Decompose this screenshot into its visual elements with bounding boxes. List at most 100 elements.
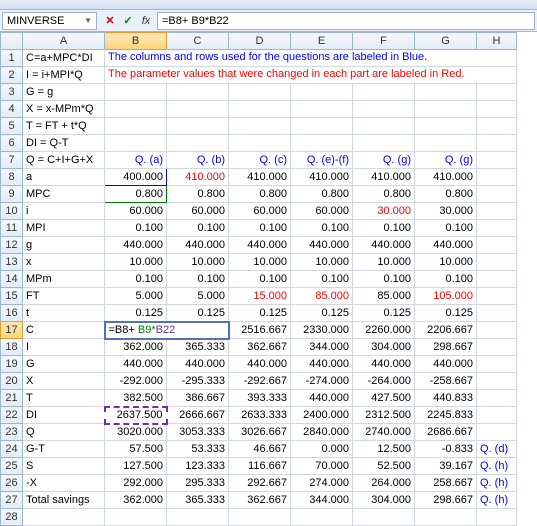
cell[interactable]: FT <box>23 288 105 305</box>
cell[interactable]: 440.000 <box>167 237 229 254</box>
cell[interactable]: 386.667 <box>167 390 229 407</box>
cell[interactable] <box>477 118 517 135</box>
cell[interactable]: 2245.833 <box>415 407 477 424</box>
cell[interactable]: 440.000 <box>415 237 477 254</box>
cell[interactable] <box>477 237 517 254</box>
fx-icon[interactable]: fx <box>139 14 153 28</box>
cell[interactable]: 0.125 <box>353 305 415 322</box>
cell[interactable]: 0.800 <box>167 186 229 203</box>
row-header[interactable]: 24 <box>1 441 23 458</box>
cell[interactable]: Q. (d) <box>477 441 517 458</box>
cell[interactable] <box>477 339 517 356</box>
cell[interactable] <box>477 271 517 288</box>
cell[interactable]: 440.000 <box>105 356 167 373</box>
cell[interactable]: 53.333 <box>167 441 229 458</box>
cell[interactable]: 2633.333 <box>229 407 291 424</box>
cell[interactable]: 440.000 <box>229 356 291 373</box>
cell[interactable]: Q <box>23 424 105 441</box>
cell[interactable] <box>167 101 229 118</box>
cell[interactable]: Q. (g) <box>415 152 477 169</box>
active-cell-edit[interactable]: =B8+ B9*B22 <box>105 322 229 339</box>
cell[interactable]: 0.100 <box>415 220 477 237</box>
cell[interactable] <box>415 509 477 526</box>
cancel-formula-icon[interactable]: ✕ <box>103 14 117 28</box>
cell[interactable] <box>353 84 415 101</box>
cell[interactable]: 0.125 <box>415 305 477 322</box>
cell[interactable] <box>229 84 291 101</box>
cell[interactable]: 365.333 <box>167 339 229 356</box>
cell[interactable] <box>415 101 477 118</box>
cell[interactable]: 2312.500 <box>353 407 415 424</box>
cell[interactable] <box>477 101 517 118</box>
cell[interactable]: g <box>23 237 105 254</box>
cell[interactable]: -264.000 <box>353 373 415 390</box>
cell[interactable]: 0.100 <box>229 271 291 288</box>
cell[interactable]: 5.000 <box>167 288 229 305</box>
cell[interactable]: 0.000 <box>291 441 353 458</box>
col-header-F[interactable]: F <box>353 33 415 50</box>
cell[interactable]: I <box>23 339 105 356</box>
cell[interactable] <box>477 373 517 390</box>
cell[interactable]: 382.500 <box>105 390 167 407</box>
cell[interactable]: Q. (h) <box>477 492 517 509</box>
cell[interactable]: 440.000 <box>291 390 353 407</box>
cell[interactable] <box>23 509 105 526</box>
cell[interactable] <box>477 509 517 526</box>
cell[interactable]: 85.000 <box>353 288 415 305</box>
cell[interactable] <box>477 288 517 305</box>
cell[interactable]: 440.000 <box>167 356 229 373</box>
cell[interactable]: G-T <box>23 441 105 458</box>
cell[interactable]: 0.125 <box>291 305 353 322</box>
cell[interactable]: 105.000 <box>415 288 477 305</box>
col-header-C[interactable]: C <box>167 33 229 50</box>
cell[interactable] <box>105 101 167 118</box>
row-header[interactable]: 23 <box>1 424 23 441</box>
cell[interactable]: 0.800 <box>415 186 477 203</box>
cell-note[interactable]: The parameter values that were changed i… <box>105 67 517 84</box>
cell[interactable]: 123.333 <box>167 458 229 475</box>
cell[interactable] <box>291 135 353 152</box>
cell[interactable]: 410.000 <box>167 169 229 186</box>
cell[interactable]: 410.000 <box>415 169 477 186</box>
col-header-E[interactable]: E <box>291 33 353 50</box>
cell[interactable]: 127.500 <box>105 458 167 475</box>
cell[interactable]: MPm <box>23 271 105 288</box>
cell[interactable]: 292.000 <box>105 475 167 492</box>
cell[interactable]: -274.000 <box>291 373 353 390</box>
cell[interactable]: 362.667 <box>229 492 291 509</box>
row-header[interactable]: 19 <box>1 356 23 373</box>
cell[interactable]: X = x-MPm*Q <box>23 101 105 118</box>
cell[interactable]: 344.000 <box>291 339 353 356</box>
row-header[interactable]: 12 <box>1 237 23 254</box>
col-header-A[interactable]: A <box>23 33 105 50</box>
cell[interactable]: 393.333 <box>229 390 291 407</box>
cell[interactable]: 362.000 <box>105 339 167 356</box>
cell[interactable]: 362.667 <box>229 339 291 356</box>
cell[interactable]: -0.833 <box>415 441 477 458</box>
row-header[interactable]: 14 <box>1 271 23 288</box>
cell[interactable]: 0.800 <box>353 186 415 203</box>
cell[interactable]: 10.000 <box>105 254 167 271</box>
cell[interactable]: 0.125 <box>167 305 229 322</box>
row-header[interactable]: 4 <box>1 101 23 118</box>
cell[interactable]: 10.000 <box>353 254 415 271</box>
row-header[interactable]: 3 <box>1 84 23 101</box>
cell[interactable] <box>291 118 353 135</box>
cell[interactable] <box>477 254 517 271</box>
cell[interactable]: 39.167 <box>415 458 477 475</box>
cell[interactable]: 2686.667 <box>415 424 477 441</box>
cell[interactable] <box>415 118 477 135</box>
cell[interactable]: 0.125 <box>229 305 291 322</box>
cell[interactable]: 30.000 <box>415 203 477 220</box>
cell[interactable]: 3026.667 <box>229 424 291 441</box>
spreadsheet-grid[interactable]: A B C D E F G H 1C=a+MPC*DIThe columns a… <box>0 32 537 526</box>
cell[interactable]: DI <box>23 407 105 424</box>
cell[interactable]: 0.100 <box>291 220 353 237</box>
cell[interactable]: 427.500 <box>353 390 415 407</box>
cell[interactable] <box>291 509 353 526</box>
cell[interactable]: a <box>23 169 105 186</box>
cell[interactable]: -X <box>23 475 105 492</box>
cell[interactable]: 2400.000 <box>291 407 353 424</box>
cell[interactable] <box>477 84 517 101</box>
cell[interactable] <box>477 390 517 407</box>
